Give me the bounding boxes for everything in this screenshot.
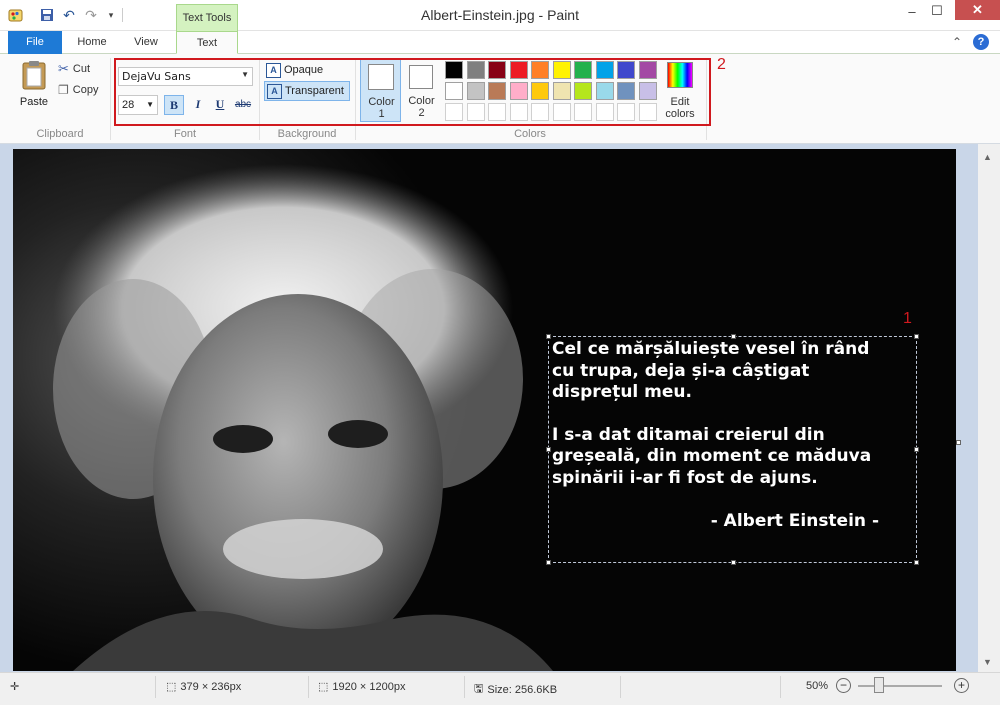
font-group-label: Font xyxy=(173,128,196,140)
status-divider xyxy=(780,676,781,698)
scroll-down-icon[interactable]: ▼ xyxy=(983,657,992,667)
resize-handle[interactable] xyxy=(914,560,919,565)
title-bar: ↶ ↷ ▾ Text Tools Albert-Einstein.jpg - P… xyxy=(0,0,1000,31)
close-button[interactable]: ✕ xyxy=(955,0,1000,20)
resize-handle[interactable] xyxy=(546,334,551,339)
cut-button[interactable]: ✂ Cut xyxy=(58,61,90,77)
status-divider xyxy=(464,676,465,698)
colors-group-label: Colors xyxy=(514,128,546,140)
maximize-button[interactable]: ☐ xyxy=(922,0,952,22)
image-size-icon: ⬚ xyxy=(318,681,329,693)
collapse-ribbon-icon[interactable]: ⌃ xyxy=(952,35,962,49)
cut-label: Cut xyxy=(72,63,91,75)
quote-paragraph: Cel ce mărșăluiește vesel în rând cu tru… xyxy=(552,339,870,403)
tab-file[interactable]: File xyxy=(8,31,62,54)
zoom-in-button[interactable]: + xyxy=(954,678,969,693)
help-icon[interactable]: ? xyxy=(973,34,989,50)
selection-icon: ⬚ xyxy=(166,681,177,693)
status-bar: ✛ ⬚ 379 × 236px ⬚ 1920 × 1200px 🖫 Size: … xyxy=(0,672,1000,705)
zoom-out-button[interactable]: − xyxy=(836,678,851,693)
move-cursor-icon: ✛ xyxy=(10,681,20,693)
paste-button[interactable]: Paste xyxy=(14,60,54,114)
status-divider xyxy=(155,676,156,698)
image-size-value: 1920 × 1200px xyxy=(332,680,406,693)
qat-divider xyxy=(122,8,123,22)
save-icon[interactable] xyxy=(38,6,56,24)
paint-app-icon[interactable] xyxy=(8,7,24,23)
redo-icon[interactable]: ↷ xyxy=(82,6,100,24)
tab-view[interactable]: View xyxy=(120,31,172,54)
tab-home[interactable]: Home xyxy=(66,31,118,54)
quote-text[interactable]: Cel ce mărșăluiește vesel în rând cu tru… xyxy=(552,339,917,532)
annotation-highlight-box xyxy=(114,58,711,126)
ribbon-tab-bar: File Home View Text xyxy=(0,31,1000,54)
paste-label: Paste xyxy=(19,96,49,108)
status-divider xyxy=(308,676,309,698)
text-tools-context-label: Text Tools xyxy=(176,4,238,31)
disk-icon: 🖫 xyxy=(474,683,484,695)
annotation-number: 1 xyxy=(903,310,912,327)
text-selection-box[interactable]: Cel ce mărșăluiește vesel în rând cu tru… xyxy=(546,334,919,565)
background-group-label: Background xyxy=(277,128,337,140)
status-divider xyxy=(620,676,621,698)
file-size-item: 🖫 Size: 256.6KB xyxy=(474,680,557,699)
image-canvas[interactable]: Cel ce mărșăluiește vesel în rând cu tru… xyxy=(13,149,956,671)
copy-button[interactable]: ❐ Copy xyxy=(58,82,98,98)
customize-qat-icon[interactable]: ▾ xyxy=(102,6,120,24)
zoom-slider-track[interactable] xyxy=(858,685,942,687)
quote-author: - Albert Einstein - xyxy=(710,510,879,531)
zoom-level: 50% xyxy=(806,680,829,692)
resize-handle[interactable] xyxy=(546,447,551,452)
copy-icon: ❐ xyxy=(58,83,69,97)
group-divider xyxy=(110,58,111,140)
vertical-scrollbar[interactable] xyxy=(978,144,1000,672)
scissors-icon: ✂ xyxy=(58,61,69,76)
canvas-resize-handle[interactable] xyxy=(956,440,961,445)
zoom-slider-thumb[interactable] xyxy=(873,677,884,693)
clipboard-icon xyxy=(22,61,46,90)
selection-size-item: ⬚ 379 × 236px xyxy=(166,680,242,694)
resize-handle[interactable] xyxy=(546,560,551,565)
image-size-item: ⬚ 1920 × 1200px xyxy=(318,680,406,694)
window-title: Albert-Einstein.jpg - Paint xyxy=(421,7,579,23)
undo-icon[interactable]: ↶ xyxy=(60,6,78,24)
copy-label: Copy xyxy=(72,84,99,96)
annotation-number: 2 xyxy=(717,56,726,73)
resize-handle[interactable] xyxy=(731,560,736,565)
quote-paragraph: I s-a dat ditamai creierul din greșeală,… xyxy=(552,424,872,488)
tab-text[interactable]: Text xyxy=(176,31,238,54)
scroll-up-icon[interactable]: ▲ xyxy=(983,152,992,162)
file-size-value: Size: 256.6KB xyxy=(487,683,558,696)
selection-size-value: 379 × 236px xyxy=(180,680,242,693)
clipboard-group-label: Clipboard xyxy=(36,128,84,140)
